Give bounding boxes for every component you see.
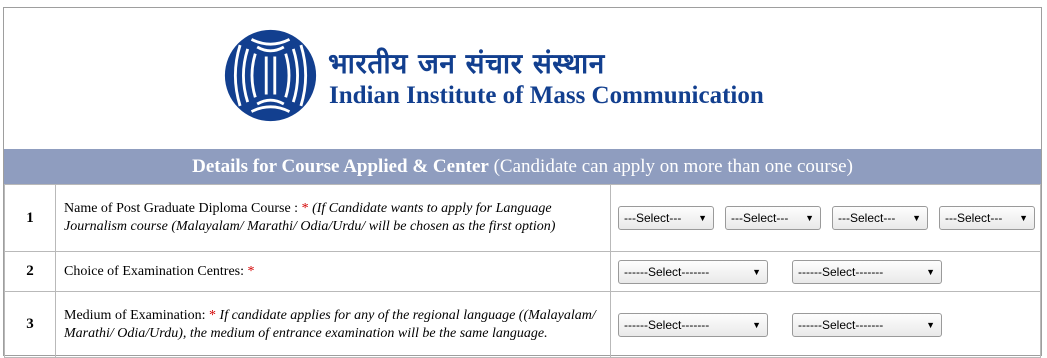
select-value: ---Select--- [731, 211, 789, 225]
section-banner: Details for Course Applied & Center (Can… [4, 149, 1041, 184]
course-select-3[interactable]: ---Select--- ▼ [832, 206, 928, 230]
course-selects: ---Select--- ▼ ---Select--- ▼ ---Select--- ▼ -… [610, 184, 1041, 252]
table-row: 1 Name of Post Graduate Diploma Course :… [4, 184, 1041, 252]
centre-select-2[interactable]: ------Select------- ▼ [792, 259, 942, 284]
course-select-1[interactable]: ---Select--- ▼ [618, 206, 714, 230]
field-label: Medium of Examination: [64, 307, 210, 323]
form-container: भारतीय जन संचार संस्थान Indian Institute… [3, 7, 1042, 358]
course-table: 1 Name of Post Graduate Diploma Course :… [4, 184, 1041, 358]
centre-selects: ------Select------- ▼ ------Select------- ▼ [610, 251, 1041, 292]
select-value: ------Select------- [798, 264, 884, 279]
field-label: Choice of Examination Centres: [64, 263, 248, 279]
row-number: 2 [4, 251, 56, 292]
row-number: 3 [4, 291, 56, 358]
select-value: ------Select------- [798, 317, 884, 332]
header: भारतीय जन संचार संस्थान Indian Institute… [4, 8, 1041, 150]
chevron-down-icon: ▼ [805, 213, 814, 223]
centre-select-1[interactable]: ------Select------- ▼ [618, 259, 768, 284]
chevron-down-icon: ▼ [912, 213, 921, 223]
section-title: Details for Course Applied & Center [192, 156, 489, 177]
centre-label: Choice of Examination Centres: * [55, 251, 611, 292]
chevron-down-icon: ▼ [752, 266, 761, 277]
course-label: Name of Post Graduate Diploma Course : *… [55, 184, 611, 252]
field-label: Name of Post Graduate Diploma Course : [64, 201, 302, 216]
medium-select-1[interactable]: ------Select------- ▼ [618, 312, 768, 337]
medium-selects: ------Select------- ▼ ------Select------- ▼ [610, 291, 1041, 358]
iimc-logo-icon [224, 29, 317, 122]
required-marker: * [301, 201, 309, 216]
select-value: ---Select--- [945, 211, 1003, 225]
chevron-down-icon: ▼ [752, 319, 761, 330]
chevron-down-icon: ▼ [1019, 213, 1028, 223]
row-number: 1 [4, 184, 56, 252]
institute-name-english: Indian Institute of Mass Communication [329, 82, 764, 109]
table-row: 3 Medium of Examination: * If candidate … [4, 291, 1041, 358]
select-value: ------Select------- [624, 317, 710, 332]
chevron-down-icon: ▼ [926, 266, 935, 277]
chevron-down-icon: ▼ [926, 319, 935, 330]
section-subtitle: (Candidate can apply on more than one co… [488, 156, 853, 177]
select-value: ------Select------- [624, 264, 710, 279]
required-marker: * [247, 263, 255, 279]
chevron-down-icon: ▼ [698, 213, 707, 223]
select-value: ---Select--- [838, 211, 896, 225]
medium-select-2[interactable]: ------Select------- ▼ [792, 312, 942, 337]
medium-label: Medium of Examination: * If candidate ap… [55, 291, 611, 358]
select-value: ---Select--- [624, 211, 682, 225]
course-select-2[interactable]: ---Select--- ▼ [725, 206, 821, 230]
course-select-4[interactable]: ---Select--- ▼ [939, 206, 1035, 230]
institute-name-hindi: भारतीय जन संचार संस्थान [328, 47, 605, 80]
table-row: 2 Choice of Examination Centres: * -----… [4, 251, 1041, 292]
required-marker: * [209, 307, 217, 323]
